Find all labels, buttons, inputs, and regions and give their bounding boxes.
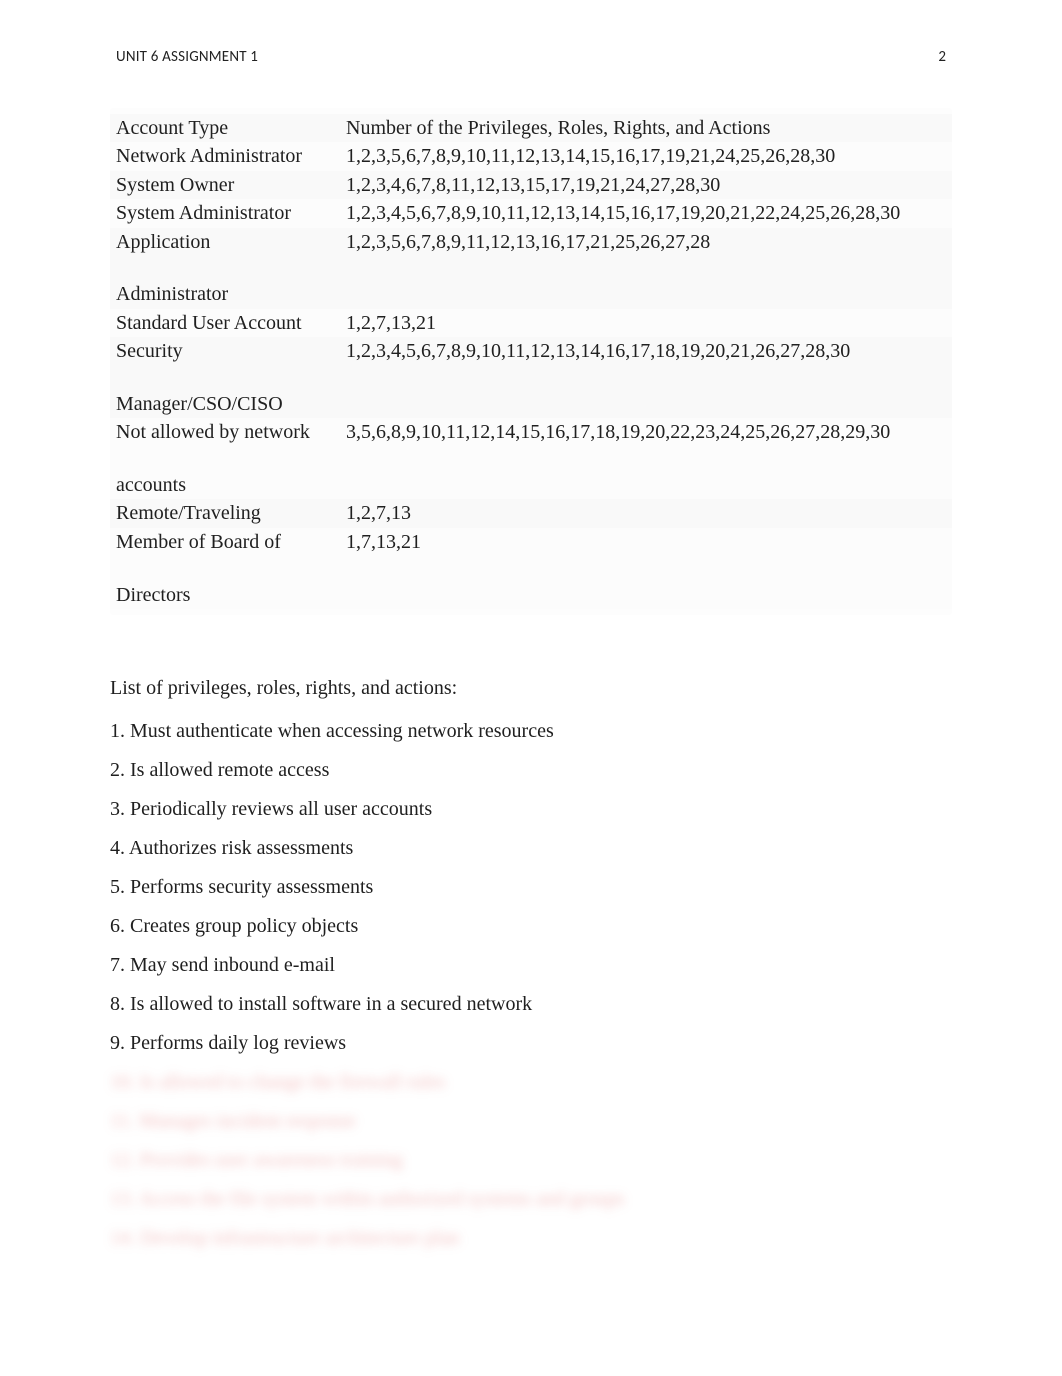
privileges-table: Account TypeNumber of the Privileges, Ro… <box>110 114 952 609</box>
document-page: UNIT 6 ASSIGNMENT 1 2 Account TypeNumber… <box>0 0 1062 1306</box>
page-number: 2 <box>938 48 946 66</box>
account-type-cell: Remote/Traveling <box>110 499 340 527</box>
list-item: 7. May send inbound e-mail <box>110 954 952 977</box>
list-item: 8. Is allowed to install software in a s… <box>110 993 952 1016</box>
list-item: 5. Performs security assessments <box>110 876 952 899</box>
privileges-cell: 1,2,3,5,6,7,8,9,11,12,13,16,17,21,25,26,… <box>340 228 952 309</box>
table-row: System Administrator1,2,3,4,5,6,7,8,9,10… <box>110 199 952 227</box>
account-type-cell: Standard User Account <box>110 309 340 337</box>
account-type-cell: Member of Board of Directors <box>110 528 340 609</box>
header-title: UNIT 6 ASSIGNMENT 1 <box>116 48 258 66</box>
privileges-cell: 1,2,7,13 <box>340 499 952 527</box>
account-type-cell: Security Manager/CSO/CISO <box>110 337 340 418</box>
blurred-list-item: 12. Provides user awareness training <box>110 1149 952 1172</box>
list-item: 4. Authorizes risk assessments <box>110 837 952 860</box>
blurred-list-item: 13. Access the file system within author… <box>110 1188 952 1211</box>
privileges-cell: 1,2,3,4,6,7,8,11,12,13,15,17,19,21,24,27… <box>340 171 952 199</box>
table-row: Application Administrator1,2,3,5,6,7,8,9… <box>110 228 952 309</box>
account-type-cell: System Administrator <box>110 199 340 227</box>
table-row: Network Administrator1,2,3,5,6,7,8,9,10,… <box>110 142 952 170</box>
table-row: Remote/Traveling1,2,7,13 <box>110 499 952 527</box>
privileges-cell: 1,2,3,5,6,7,8,9,10,11,12,13,14,15,16,17,… <box>340 142 952 170</box>
list-item: 2. Is allowed remote access <box>110 759 952 782</box>
table-row: Member of Board of Directors1,7,13,21 <box>110 528 952 609</box>
account-type-cell: Network Administrator <box>110 142 340 170</box>
privileges-cell: 1,2,3,4,5,6,7,8,9,10,11,12,13,14,16,17,1… <box>340 337 952 418</box>
list-item: 3. Periodically reviews all user account… <box>110 798 952 821</box>
account-type-cell: Not allowed by network accounts <box>110 418 340 499</box>
table-row: Account TypeNumber of the Privileges, Ro… <box>110 114 952 142</box>
table-row: Security Manager/CSO/CISO1,2,3,4,5,6,7,8… <box>110 337 952 418</box>
account-type-cell: System Owner <box>110 171 340 199</box>
list-heading: List of privileges, roles, rights, and a… <box>110 677 952 700</box>
account-type-cell: Account Type <box>110 114 340 142</box>
table-row: System Owner1,2,3,4,6,7,8,11,12,13,15,17… <box>110 171 952 199</box>
blurred-list-item: 11. Manages incident response <box>110 1110 952 1133</box>
table-row: Not allowed by network accounts3,5,6,8,9… <box>110 418 952 499</box>
running-header: UNIT 6 ASSIGNMENT 1 2 <box>110 48 952 66</box>
list-item: 9. Performs daily log reviews <box>110 1032 952 1055</box>
blurred-list-item: 14. Develop infrastructure architecture … <box>110 1227 952 1250</box>
account-type-cell: Application Administrator <box>110 228 340 309</box>
privileges-cell: 1,2,7,13,21 <box>340 309 952 337</box>
table-row: Standard User Account1,2,7,13,21 <box>110 309 952 337</box>
blurred-list-item: 10. Is allowed to change the firewall ru… <box>110 1071 952 1094</box>
list-item: 1. Must authenticate when accessing netw… <box>110 720 952 743</box>
blurred-privileges-list: 10. Is allowed to change the firewall ru… <box>110 1071 952 1250</box>
privileges-cell: Number of the Privileges, Roles, Rights,… <box>340 114 952 142</box>
privileges-cell: 1,7,13,21 <box>340 528 952 609</box>
privileges-table-container: Account TypeNumber of the Privileges, Ro… <box>110 108 952 615</box>
privileges-cell: 1,2,3,4,5,6,7,8,9,10,11,12,13,14,15,16,1… <box>340 199 952 227</box>
list-item: 6. Creates group policy objects <box>110 915 952 938</box>
privileges-cell: 3,5,6,8,9,10,11,12,14,15,16,17,18,19,20,… <box>340 418 952 499</box>
privileges-list: 1. Must authenticate when accessing netw… <box>110 720 952 1055</box>
